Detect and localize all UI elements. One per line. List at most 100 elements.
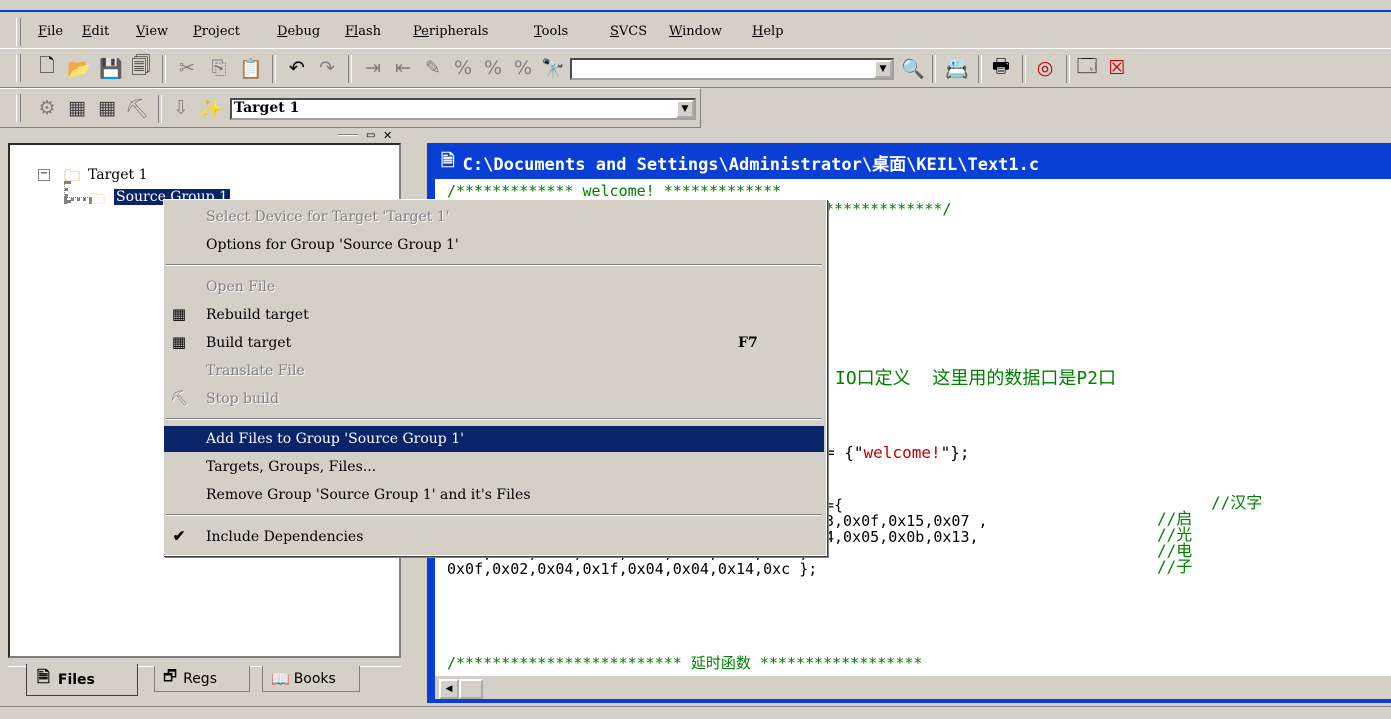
copy-icon[interactable]: ⎘	[206, 55, 232, 81]
tab-regs[interactable]: 🗗 Regs	[154, 666, 250, 692]
window-icon[interactable]: 🗔	[1074, 55, 1100, 81]
books-icon: 📖	[271, 669, 290, 688]
indent-icon[interactable]: ⇥	[360, 55, 386, 81]
menu-peripherals[interactable]: Peripherals	[413, 24, 488, 39]
target-value: Target 1	[234, 100, 300, 116]
code-line: *************/	[825, 200, 952, 218]
menu-item-translate-file[interactable]: Translate File	[164, 358, 824, 384]
menu-separator	[166, 264, 822, 266]
editor-title-bar[interactable]: 🗎 C:\Documents and Settings\Administrato…	[429, 145, 1389, 179]
group-folder-icon: 🗀	[90, 190, 106, 208]
menu-item-targets-groups-files[interactable]: Targets, Groups, Files...	[164, 454, 824, 480]
code-line: IO口定义 这里用的数据口是P2口	[835, 368, 1117, 389]
shortcut-label: F7	[738, 335, 758, 351]
build-icon: ▦	[171, 333, 187, 351]
minimize-icon[interactable]: ▭	[366, 130, 375, 141]
menu-file[interactable]: File	[38, 24, 63, 39]
options-magic-wand-icon[interactable]: ✨	[198, 95, 224, 121]
cut-icon[interactable]: ✂	[174, 55, 200, 81]
code-line: /************************* 延时函数 ********…	[447, 654, 923, 672]
toolbar-separator	[158, 95, 162, 123]
close-icon[interactable]: ✕	[383, 129, 392, 142]
target-select[interactable]: Target 1 ▼	[230, 98, 696, 120]
menu-edit[interactable]: Edit	[82, 24, 109, 39]
menu-item-open-file[interactable]: Open File	[164, 274, 824, 300]
document-icon: 🗎	[441, 150, 455, 171]
menu-item-include-dependencies[interactable]: ✔ Include Dependencies	[164, 524, 824, 550]
new-file-icon[interactable]: 🗋	[34, 55, 60, 81]
outdent-icon[interactable]: ⇤	[390, 55, 416, 81]
editor-title: C:\Documents and Settings\Administrator\…	[462, 154, 1040, 175]
chevron-down-icon[interactable]: ▼	[874, 60, 892, 78]
toolbar-grip[interactable]	[16, 54, 21, 82]
clear-bookmarks-icon[interactable]: %	[510, 55, 536, 81]
toolbar-separator	[932, 55, 936, 83]
menu-item-remove-group[interactable]: Remove Group 'Source Group 1' and it's F…	[164, 482, 824, 508]
tree-item-target[interactable]: Target 1	[88, 167, 148, 183]
toggle-bookmark-icon[interactable]: %	[450, 55, 476, 81]
code-line: 3,0x0f,0x15,0x07 ,	[825, 512, 988, 530]
menu-debug[interactable]: Debug	[277, 24, 320, 39]
menu-help[interactable]: Help	[752, 24, 784, 39]
toolbar-separator	[1066, 55, 1070, 83]
code-line: 4,0x05,0x0b,0x13,	[825, 528, 979, 546]
menu-svcs[interactable]: SVCS	[610, 24, 647, 39]
menu-bar: File Edit View Project Debug Flash Perip…	[0, 10, 1391, 50]
bookmark-icon[interactable]: ✎	[420, 55, 446, 81]
menu-project[interactable]: Project	[193, 24, 240, 39]
horizontal-scrollbar[interactable]: ◀	[435, 675, 1391, 699]
checkmark-icon: ✔	[172, 527, 186, 545]
prev-bookmark-icon[interactable]: %	[480, 55, 506, 81]
menu-flash[interactable]: Flash	[345, 24, 381, 39]
rebuild-all-icon[interactable]: ▦	[94, 95, 120, 121]
save-icon[interactable]: 💾	[98, 55, 124, 81]
menu-item-add-files[interactable]: Add Files to Group 'Source Group 1'	[164, 426, 824, 452]
menu-window[interactable]: Window	[669, 24, 722, 39]
debug-icon[interactable]: ◎	[1032, 55, 1058, 81]
save-all-icon[interactable]: 🗐	[128, 55, 154, 81]
menu-item-build-target[interactable]: ▦ Build target F7	[164, 330, 824, 356]
search-combo[interactable]: ▼	[570, 58, 894, 80]
translate-icon[interactable]: ⚙	[34, 95, 60, 121]
toolbar-separator	[272, 55, 276, 83]
menu-separator	[166, 418, 822, 420]
menu-item-stop-build[interactable]: ⛏ Stop build	[164, 386, 824, 412]
code-comment: //汉字	[1211, 493, 1263, 512]
menubar-grip[interactable]	[16, 18, 21, 46]
incremental-find-icon[interactable]: 📇	[944, 55, 970, 81]
toolbar-separator	[978, 55, 982, 83]
menu-separator	[166, 514, 822, 516]
print-icon[interactable]: 🖶	[988, 55, 1014, 81]
open-folder-icon[interactable]: 📂	[66, 55, 92, 81]
menu-tools[interactable]: Tools	[534, 24, 568, 39]
menu-view[interactable]: View	[136, 24, 168, 39]
tab-files[interactable]: 🗎 Files	[26, 664, 138, 696]
menu-item-select-device[interactable]: Select Device for Target 'Target 1'	[164, 204, 824, 230]
context-menu: Select Device for Target 'Target 1' Opti…	[163, 199, 827, 556]
undo-icon[interactable]: ↶	[284, 55, 310, 81]
download-icon[interactable]: ⇩	[168, 95, 194, 121]
tab-books[interactable]: 📖 Books	[262, 666, 360, 692]
menu-item-options-for-group[interactable]: Options for Group 'Source Group 1'	[164, 232, 824, 258]
find-in-files-icon[interactable]: 🔭	[540, 55, 566, 81]
chevron-down-icon[interactable]: ▼	[676, 100, 694, 118]
build-target-icon[interactable]: ▦	[64, 95, 90, 121]
code-line: = {"welcome!"};	[825, 443, 970, 462]
scroll-thumb[interactable]	[459, 679, 483, 699]
stop-build-icon[interactable]: ⛏	[124, 95, 150, 121]
toolbar-grip[interactable]	[16, 94, 21, 122]
scroll-left-icon[interactable]: ◀	[439, 679, 459, 699]
toolbar-separator	[1022, 55, 1026, 83]
menu-item-rebuild-target[interactable]: ▦ Rebuild target	[164, 302, 824, 328]
toolbar-separator	[348, 55, 352, 83]
code-line: 0x0f,0x02,0x04,0x1f,0x04,0x04,0x14,0xc }…	[447, 560, 818, 578]
redo-icon[interactable]: ↷	[314, 55, 340, 81]
paste-icon[interactable]: 📋	[238, 55, 264, 81]
close-icon[interactable]: ☒	[1104, 55, 1130, 81]
toolbar-separator	[162, 55, 166, 83]
build-toolbar: ⚙ ▦ ▦ ⛏ ⇩ ✨ Target 1 ▼	[0, 88, 701, 128]
standard-toolbar: 🗋 📂 💾 🗐 ✂ ⎘ 📋 ↶ ↷ ⇥ ⇤ ✎ % % % 🔭 ▼ 🔍 📇 🖶 …	[0, 48, 1391, 88]
code-comment: //子	[1157, 557, 1193, 576]
find-icon[interactable]: 🔍	[900, 55, 926, 81]
collapse-toggle-icon[interactable]: −	[38, 169, 50, 181]
